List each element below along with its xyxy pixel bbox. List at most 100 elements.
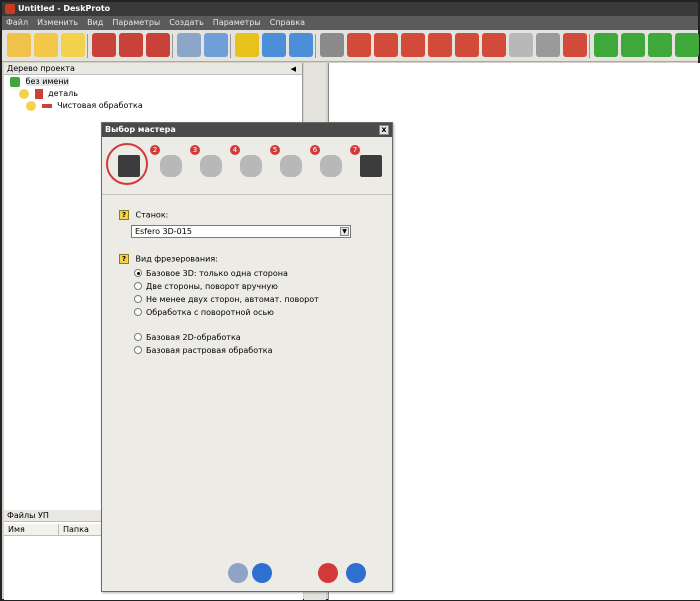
radio-label: Базовая растровая обработка (146, 346, 273, 355)
project-icon (10, 76, 20, 87)
menu-item[interactable]: Параметры (112, 18, 160, 27)
radio-option[interactable]: Не менее двух сторон, автомат. поворот (134, 294, 319, 305)
part-icon (34, 88, 43, 99)
back-button[interactable] (228, 563, 248, 583)
menu-item[interactable]: Создать (169, 18, 204, 27)
step-number: 3 (190, 145, 200, 155)
machine-step-icon (360, 155, 382, 177)
view-red-cube-5-icon[interactable] (455, 33, 479, 57)
radio-label: Базовое 3D: только одна сторона (146, 269, 288, 278)
toolpath-icon[interactable] (119, 33, 143, 57)
toolbar-separator (589, 34, 590, 58)
project-tree-title: Дерево проекта (7, 64, 75, 73)
toolbar-separator (315, 34, 316, 58)
radio-option[interactable]: Базовая растровая обработка (134, 345, 273, 356)
rotate-camera-icon[interactable] (563, 33, 587, 57)
radio-button[interactable] (134, 345, 142, 354)
zoom-icon[interactable] (648, 33, 672, 57)
toolpath-icon (41, 103, 52, 108)
camera-icon[interactable] (320, 33, 344, 57)
step-number: 6 (310, 145, 320, 155)
collapse-arrow-icon[interactable]: ◀ (291, 63, 296, 75)
wizard-step-6[interactable]: 6 (310, 145, 346, 185)
open-folder-icon[interactable] (34, 33, 58, 57)
column-folder[interactable]: Папка (59, 524, 104, 536)
radio-button[interactable] (134, 268, 142, 277)
pan-icon[interactable] (621, 33, 645, 57)
wizard-step-5[interactable]: 5 (270, 145, 306, 185)
next-button[interactable] (252, 563, 272, 583)
save-toolpath-icon[interactable] (146, 33, 170, 57)
cancel-button[interactable] (318, 563, 338, 583)
toolbar-separator (172, 34, 173, 58)
wizard-step-7[interactable]: 7 (350, 145, 386, 185)
menu-item[interactable]: Изменить (37, 18, 78, 27)
close-icon[interactable]: x (379, 125, 389, 135)
tree-item-label: деталь (48, 89, 78, 98)
machine-section: ? Станок: (119, 210, 168, 221)
radio-option[interactable]: Две стороны, поворот вручную (134, 281, 278, 292)
help-button[interactable] (346, 563, 366, 583)
machine-select[interactable]: Esfero 3D-015 ▼ (131, 225, 351, 238)
wizard-step-2[interactable]: 2 (150, 145, 186, 185)
radio-button[interactable] (134, 294, 142, 303)
menu-item[interactable]: Параметры (213, 18, 261, 27)
project-tree-header: Дерево проекта ◀ (4, 63, 302, 75)
wizard-step-4[interactable]: 4 (230, 145, 266, 185)
menu-item[interactable]: Вид (87, 18, 103, 27)
model-step-icon (320, 155, 342, 177)
menu-item[interactable]: Файл (6, 18, 28, 27)
window-icon[interactable] (262, 33, 286, 57)
view-grey-cube-2-icon[interactable] (536, 33, 560, 57)
wizard-step-1[interactable] (106, 143, 148, 185)
wizard-dialog: Выбор мастера x 2 3 4 5 6 7 ? Станок: Esfero … (101, 122, 393, 592)
step-number: 5 (270, 145, 280, 155)
help-icon[interactable]: ? (119, 210, 129, 220)
toolbar-separator (87, 34, 88, 58)
zoom-window-icon[interactable] (675, 33, 699, 57)
chevron-down-icon[interactable]: ▼ (340, 227, 349, 236)
radio-option[interactable]: Базовая 2D-обработка (134, 332, 241, 343)
bulb-icon (26, 100, 36, 111)
info-icon[interactable] (235, 33, 259, 57)
save-icon[interactable] (61, 33, 85, 57)
radio-button[interactable] (134, 281, 142, 290)
view-grey-cube-1-icon[interactable] (509, 33, 533, 57)
bulb-icon (19, 88, 29, 99)
window-title: Untitled - DeskProto (18, 4, 111, 13)
print-icon[interactable] (177, 33, 201, 57)
wizard-step-3[interactable]: 3 (190, 145, 226, 185)
toolbar-separator (230, 34, 231, 58)
radio-button[interactable] (134, 307, 142, 316)
rotate-view-icon[interactable] (594, 33, 618, 57)
radio-option[interactable]: Базовое 3D: только одна сторона (134, 268, 288, 279)
view-red-cube-2-icon[interactable] (374, 33, 398, 57)
tree-item-label: без имени (25, 77, 69, 86)
milling-section: ? Вид фрезерования: (119, 254, 218, 265)
machine-step-icon (118, 155, 140, 177)
radio-label: Две стороны, поворот вручную (146, 282, 278, 291)
view-red-cube-6-icon[interactable] (482, 33, 506, 57)
radio-label: Не менее двух сторон, автомат. поворот (146, 295, 319, 304)
radio-option[interactable]: Обработка с поворотной осью (134, 307, 274, 318)
new-icon[interactable] (7, 33, 31, 57)
column-name[interactable]: Имя (4, 524, 59, 536)
machine-select-value: Esfero 3D-015 (135, 227, 192, 236)
import-part-icon[interactable] (92, 33, 116, 57)
app-logo-icon (5, 4, 15, 14)
radio-label: Обработка с поворотной осью (146, 308, 274, 317)
tree-item-finishing[interactable]: Чистовая обработка (26, 100, 143, 112)
model-step-icon (280, 155, 302, 177)
radio-button[interactable] (134, 332, 142, 341)
tree-item-part[interactable]: деталь (19, 88, 78, 100)
fit-window-icon[interactable] (289, 33, 313, 57)
print-preview-icon[interactable] (204, 33, 228, 57)
view-red-cube-3-icon[interactable] (401, 33, 425, 57)
help-icon[interactable]: ? (119, 254, 129, 264)
menu-item[interactable]: Справка (270, 18, 305, 27)
view-red-cube-4-icon[interactable] (428, 33, 452, 57)
tree-item-root[interactable]: без имени (10, 76, 69, 88)
dialog-title-bar: Выбор мастера x (102, 123, 392, 137)
view-red-cube-1-icon[interactable] (347, 33, 371, 57)
title-bar: Untitled - DeskProto (2, 2, 698, 16)
